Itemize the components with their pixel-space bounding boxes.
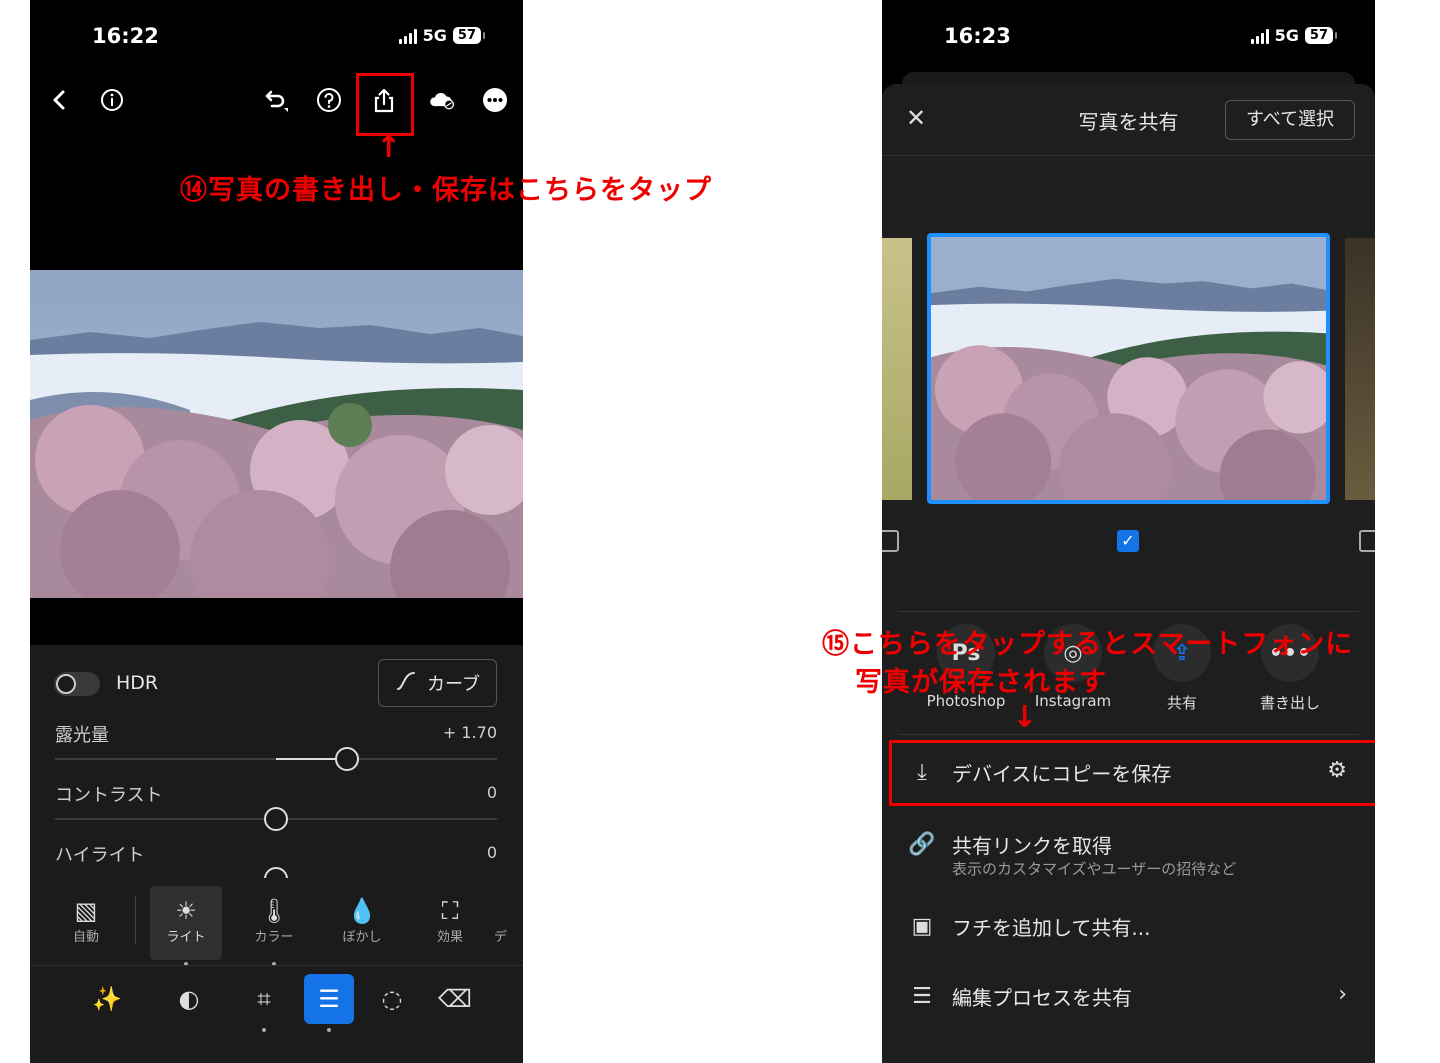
next-photo-thumbnail[interactable] [1345, 238, 1375, 500]
help-icon[interactable] [311, 82, 347, 118]
vignette-icon: ⛶ [441, 897, 459, 925]
contrast-knob[interactable] [264, 807, 288, 831]
frame-icon: ▣ [911, 914, 933, 939]
annotation-arrow-up: ↑ [376, 130, 403, 165]
signal-icon [1250, 28, 1269, 44]
hdr-toggle[interactable] [54, 672, 100, 696]
exposure-knob[interactable] [335, 747, 359, 771]
tool-strip: ▧ 自動 ☀ ライト 🌡 カラー 💧 ぼかし ⛶ 効果 デ [30, 878, 523, 966]
selected-photo-checkbox[interactable]: ✓ [1117, 530, 1139, 552]
curve-button[interactable]: カーブ [378, 659, 497, 707]
sliders-icon: ☰ [912, 984, 932, 1009]
share-edit-process-row[interactable]: ☰ 編集プロセスを共有 › [882, 966, 1375, 1030]
app-export-label: 書き出し [1259, 694, 1320, 712]
right-annotation-text-1: ⑮こちらをタップするとスマートフォンに [822, 629, 1354, 660]
signal-icon [398, 28, 417, 44]
adjust-panel: HDR カーブ 露光量 + 1.70 コントラスト 0 ハイライト 0 ▧ 自動… [30, 645, 523, 1063]
tool-detail-label: デ [493, 930, 507, 945]
mask-icon[interactable]: ◐ [164, 974, 214, 1024]
editor-toolbar [30, 82, 523, 122]
status-time: 16:23 [944, 24, 1011, 48]
sun-icon: ☀ [175, 897, 197, 925]
edit-process-label: 編集プロセスを共有 [952, 986, 1132, 1010]
network-label: 5G [422, 26, 447, 45]
tool-color-label: カラー [254, 930, 294, 945]
mode-indicator-dot [327, 1028, 331, 1032]
exposure-label: 露光量 [55, 725, 109, 746]
eraser-icon[interactable]: ⌫ [430, 974, 480, 1024]
get-share-link-row[interactable]: 🔗 共有リンクを取得 表示のカスタマイズやユーザーの招待など [882, 814, 1375, 890]
undo-icon[interactable] [256, 82, 292, 118]
divider [898, 734, 1359, 735]
right-annotation-text-2: 写真が保存されます [855, 667, 1107, 698]
share-photo-screen: 16:23 5G 57 ✕ 写真を共有 すべて選択 ✓ Ps Photoshop… [882, 0, 1375, 1063]
auto-photo-icon: ▧ [74, 897, 98, 925]
hdr-label: HDR [116, 672, 159, 694]
tool-divider [135, 896, 136, 944]
tool-color[interactable]: 🌡 カラー [238, 886, 310, 960]
tool-auto[interactable]: ▧ 自動 [50, 886, 122, 960]
thermometer-icon: 🌡 [258, 897, 290, 925]
annotation-arrow-down: ↓ [1012, 700, 1039, 735]
contrast-label: コントラスト [55, 785, 163, 806]
tool-detail[interactable]: デ [478, 886, 523, 960]
crop-icon[interactable]: ⌗ [239, 974, 289, 1024]
sheet-header: ✕ 写真を共有 すべて選択 [882, 84, 1375, 156]
tool-blur[interactable]: 💧 ぼかし [326, 886, 398, 960]
cloud-sync-icon[interactable] [422, 82, 462, 118]
tool-auto-label: 自動 [72, 930, 99, 945]
add-border-label: フチを追加して共有... [952, 916, 1151, 940]
tool-light-label: ライト [166, 930, 206, 945]
battery-icon: 57 [1304, 27, 1338, 44]
select-all-button[interactable]: すべて選択 [1225, 100, 1355, 140]
status-bar: 16:22 5G 57 [30, 22, 523, 52]
battery-icon: 57 [452, 27, 486, 44]
prev-photo-thumbnail[interactable] [882, 238, 912, 500]
share-highlight-box [356, 73, 414, 136]
share-link-label: 共有リンクを取得 [952, 834, 1112, 858]
exposure-fill [276, 758, 338, 760]
link-icon: 🔗 [908, 832, 936, 857]
next-photo-checkbox[interactable] [1359, 530, 1375, 552]
contrast-value: 0 [486, 783, 497, 802]
edited-photo [30, 270, 523, 598]
sliders-icon[interactable]: ☰ [304, 974, 354, 1024]
app-share-label: 共有 [1166, 694, 1197, 712]
magic-wand-icon[interactable]: ✨ [82, 974, 132, 1024]
network-label: 5G [1274, 26, 1299, 45]
status-bar: 16:23 5G 57 [882, 22, 1375, 52]
left-annotation-text: ⑭写真の書き出し・保存はこちらをタップ [180, 175, 712, 206]
share-link-subtitle: 表示のカスタマイズやユーザーの招待など [952, 860, 1237, 878]
share-sheet: ✕ 写真を共有 すべて選択 ✓ Ps Photoshop ◎ Instagram… [882, 84, 1375, 1063]
tool-blur-label: ぼかし [342, 930, 382, 945]
status-time: 16:22 [92, 24, 159, 48]
selected-photo-thumbnail[interactable] [927, 233, 1330, 504]
exposure-value: + 1.70 [442, 723, 497, 742]
add-border-share-row[interactable]: ▣ フチを追加して共有... [882, 896, 1375, 960]
save-highlight-box [889, 740, 1375, 806]
bottom-mode-bar: ✨ ◐ ⌗ ☰ ◌ ⌫ [30, 965, 523, 1063]
divider [898, 611, 1359, 612]
info-icon[interactable] [94, 82, 130, 118]
chevron-right-icon: › [1338, 982, 1347, 1007]
more-options-icon[interactable] [477, 82, 513, 118]
highlights-value: 0 [486, 843, 497, 862]
tool-effects[interactable]: ⛶ 効果 [414, 886, 486, 960]
prev-photo-checkbox[interactable] [882, 530, 899, 552]
curve-label: カーブ [427, 674, 480, 695]
tool-light[interactable]: ☀ ライト [150, 886, 222, 960]
back-icon[interactable] [42, 82, 78, 118]
curve-icon [395, 670, 417, 697]
selective-icon[interactable]: ◌ [367, 974, 417, 1024]
tool-effects-label: 効果 [436, 930, 463, 945]
lightroom-editor-screen: 16:22 5G 57 ↑ HDR カーブ 露光量 + 1.70 コントラスト … [30, 0, 523, 1063]
mode-indicator-dot [262, 1028, 266, 1032]
droplet-icon: 💧 [347, 897, 377, 925]
highlights-label: ハイライト [55, 845, 145, 866]
